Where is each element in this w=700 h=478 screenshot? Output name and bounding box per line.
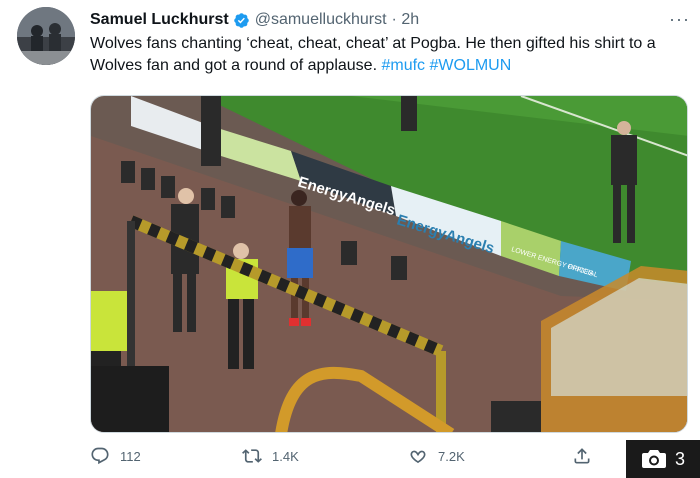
retweet-icon bbox=[242, 449, 262, 463]
photo-count: 3 bbox=[674, 448, 685, 469]
share-button[interactable] bbox=[572, 446, 602, 466]
reply-button[interactable]: 112 bbox=[90, 446, 141, 466]
tweet-body: Wolves fans chanting ‘cheat, cheat, chea… bbox=[90, 35, 656, 74]
hashtag-mufc[interactable]: #mufc bbox=[381, 57, 425, 74]
like-button[interactable]: 7.2K bbox=[408, 446, 465, 466]
author-name[interactable]: Samuel Luckhurst bbox=[90, 11, 229, 29]
reply-count: 112 bbox=[120, 448, 141, 464]
stadium-photo: EnergyAngels EnergyAngels LOWER ENERGY P… bbox=[91, 96, 687, 432]
reply-icon bbox=[91, 447, 109, 465]
like-icon bbox=[410, 450, 426, 464]
more-icon[interactable]: ··· bbox=[669, 9, 690, 30]
tweet-header: Samuel Luckhurst @samuelluckhurst · 2h ·… bbox=[90, 9, 690, 31]
tweet-text: Wolves fans chanting ‘cheat, cheat, chea… bbox=[90, 33, 690, 77]
hashtag-wolmun[interactable]: #WOLMUN bbox=[430, 57, 512, 74]
retweet-button[interactable]: 1.4K bbox=[242, 446, 299, 466]
avatar-photo bbox=[17, 7, 75, 65]
avatar[interactable] bbox=[17, 7, 75, 65]
author-handle[interactable]: @samuelluckhurst bbox=[255, 11, 387, 29]
verified-icon bbox=[233, 12, 249, 28]
tweet-photo[interactable]: EnergyAngels EnergyAngels LOWER ENERGY P… bbox=[90, 95, 688, 433]
like-count: 7.2K bbox=[438, 448, 465, 464]
photo-count-badge[interactable]: 3 bbox=[626, 440, 700, 478]
camera-icon bbox=[641, 450, 666, 468]
share-icon bbox=[574, 448, 590, 464]
retweet-count: 1.4K bbox=[272, 448, 299, 464]
tweet-actions: 112 1.4K 7.2K bbox=[90, 446, 610, 472]
tweet-time[interactable]: · 2h bbox=[392, 11, 420, 29]
